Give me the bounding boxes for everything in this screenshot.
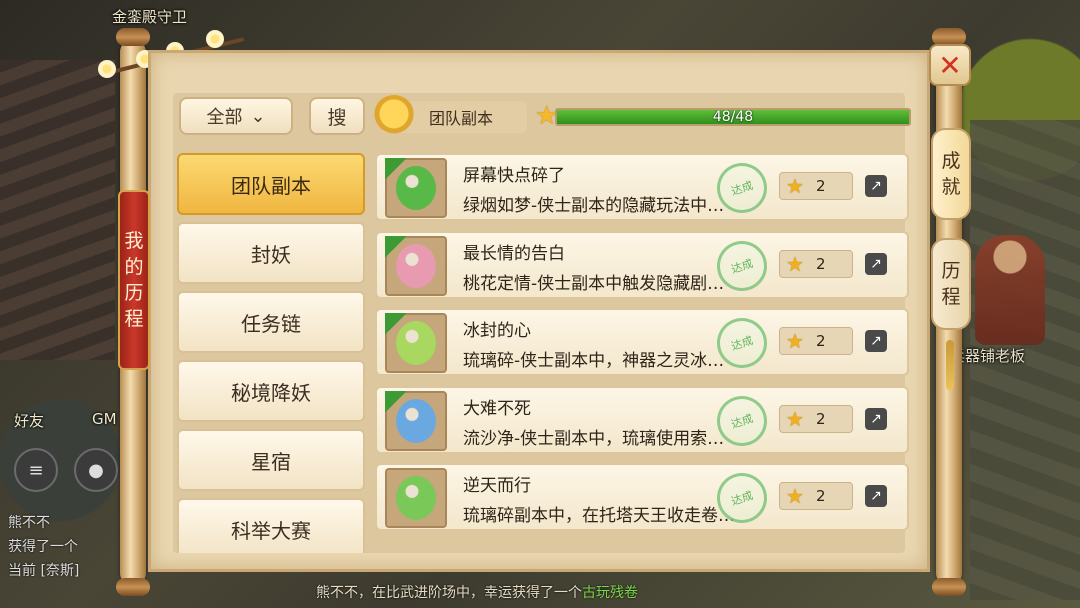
system-ticker: 熊不不，在比武进阶场中，幸运获得了一个古玩残卷 (316, 582, 638, 602)
ribbon-char: 历 (124, 282, 144, 304)
share-icon[interactable]: ↗ (865, 330, 887, 352)
achievement-icon (385, 390, 447, 451)
star-icon: ★ (786, 406, 804, 431)
chat-line: 获得了一个 (8, 539, 78, 555)
close-button[interactable]: ✕ (929, 44, 971, 86)
tassel-decoration (946, 340, 954, 390)
sidebar-item[interactable]: 秘境降妖 (177, 360, 365, 422)
scroll-cap (932, 578, 966, 596)
achievement-icon (385, 313, 447, 373)
chevron-down-icon: ⌄ (250, 105, 266, 127)
filter-label: 全部 (206, 107, 243, 128)
achievement-title: 屏幕快点碎了 (463, 166, 565, 186)
points-badge: ★ 2 (779, 327, 853, 355)
friends-label[interactable]: 好友 (14, 410, 44, 431)
points-value: 2 (815, 487, 826, 505)
star-icon: ★ (786, 329, 804, 353)
star-icon: ★ (786, 174, 804, 198)
star-icon: ★ (535, 101, 559, 131)
tab-achievement[interactable]: 成 就 (931, 128, 971, 220)
achievement-row[interactable]: 最长情的告白 桃花定情-侠士副本中触发隐藏剧… 达成 ★ 2 ↗ (375, 230, 909, 299)
achievement-title: 冰封的心 (463, 321, 531, 341)
chat-line: 当前 [奈斯] (8, 563, 80, 579)
achievement-title: 最长情的告白 (463, 243, 565, 264)
points-badge: ★ 2 (779, 404, 853, 433)
achievement-gem-icon (396, 476, 436, 520)
ribbon-char: 的 (124, 256, 144, 278)
share-icon[interactable]: ↗ (865, 407, 887, 430)
tab-achievement-char: 成 (941, 150, 961, 172)
filter-dropdown[interactable]: 全部 ⌄ (179, 97, 293, 135)
achievement-row[interactable]: 屏幕快点碎了 绿烟如梦-侠士副本的隐藏玩法中… 达成 ★ 2 ↗ (375, 153, 909, 221)
points-value: 2 (815, 254, 826, 273)
achievement-row[interactable]: 冰封的心 琉璃碎-侠士副本中，神器之灵冰… 达成 ★ 2 ↗ (375, 308, 909, 376)
share-icon[interactable]: ↗ (865, 175, 887, 197)
tab-history-char: 程 (941, 286, 961, 308)
star-icon: ★ (786, 251, 804, 276)
achievement-row[interactable]: 逆天而行 琉璃碎副本中，在托塔天王收走卷… 达成 ★ 2 ↗ (375, 463, 909, 531)
achievement-row[interactable]: 大难不死 流沙净-侠士副本中，琉璃使用索… 达成 ★ 2 ↗ (375, 385, 909, 454)
category-label: 团队副本 (429, 109, 494, 128)
hidden-tag-icon (385, 235, 407, 258)
star-icon: ★ (786, 484, 804, 508)
tab-history[interactable]: 历 程 (931, 238, 971, 330)
ticker-text: 熊不不，在比武进阶场中，幸运获得了一个 (316, 585, 582, 601)
chat-icon[interactable]: ≡ (14, 448, 58, 492)
achievement-title: 大难不死 (463, 398, 531, 419)
ticker-highlight: 古玩残卷 (582, 585, 638, 601)
roof-scenery (0, 60, 115, 360)
sidebar-item[interactable]: 科举大赛 (177, 498, 365, 553)
voice-icon[interactable]: ● (74, 448, 118, 492)
chat-line: 熊不不 (8, 515, 50, 531)
progress-bar: 48/48 (555, 108, 911, 126)
scroll-cap (116, 578, 150, 596)
achievement-title: 逆天而行 (463, 476, 531, 496)
tab-achievement-char: 就 (941, 176, 961, 198)
points-badge: ★ 2 (779, 172, 853, 200)
ribbon-char: 程 (124, 308, 144, 330)
share-icon[interactable]: ↗ (865, 485, 887, 507)
points-value: 2 (815, 177, 826, 195)
achievement-list: 屏幕快点碎了 绿烟如梦-侠士副本的隐藏玩法中… 达成 ★ 2 ↗ 最长情的告白 桃花定情-侠士… (375, 153, 911, 553)
hidden-tag-icon (385, 390, 407, 413)
gm-label[interactable]: GM (92, 410, 117, 428)
search-button[interactable]: 搜 (309, 97, 365, 135)
ribbon-char: 我 (124, 230, 144, 252)
chick-icon (373, 95, 415, 137)
achievement-icon (385, 235, 447, 296)
sidebar-item[interactable]: 封妖 (177, 222, 365, 284)
progress-text: 48/48 (712, 109, 754, 125)
hidden-tag-icon (385, 158, 407, 180)
sidebar-item[interactable]: 星宿 (177, 429, 365, 491)
points-badge: ★ 2 (779, 249, 853, 278)
points-badge: ★ 2 (779, 482, 853, 510)
sidebar-item[interactable]: 团队副本 (177, 153, 365, 215)
sidebar-item[interactable]: 任务链 (177, 291, 365, 353)
points-value: 2 (815, 332, 826, 350)
achievement-panel: 全部 ⌄ 搜 团队副本 48/48 ★ 团队副本 封妖 任务链 秘境降妖 星宿 科举大赛 … (148, 50, 930, 572)
hidden-tag-icon (385, 313, 407, 335)
points-value: 2 (815, 409, 826, 428)
category-sidebar: 团队副本封妖任务链秘境降妖星宿科举大赛 (177, 153, 367, 553)
my-history-ribbon[interactable]: 我的历程 (118, 190, 150, 370)
npc-figure[interactable] (975, 235, 1045, 345)
share-icon[interactable]: ↗ (865, 252, 887, 275)
achievement-icon (385, 158, 447, 218)
close-icon: ✕ (938, 48, 962, 82)
achievement-icon (385, 468, 447, 528)
tab-history-char: 历 (941, 260, 961, 282)
